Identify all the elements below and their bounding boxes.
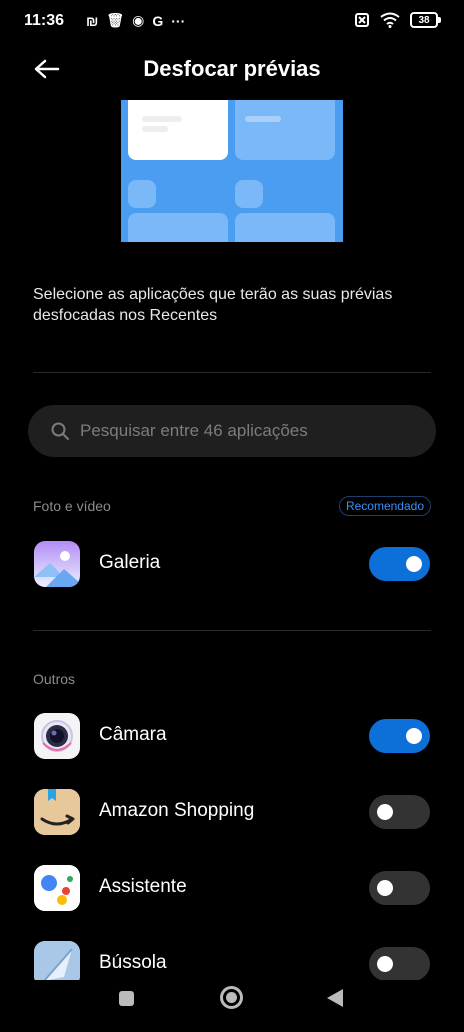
toggle-galeria[interactable]	[369, 547, 430, 581]
battery-level: 38	[418, 14, 430, 26]
preview-card	[235, 213, 335, 242]
app-name-galeria: Galeria	[99, 552, 161, 573]
notification-icons: ₪ 🗑 ◉ G ···	[86, 12, 185, 29]
app-row-assistente[interactable]: Assistente	[0, 858, 464, 918]
divider	[33, 630, 431, 631]
google-icon: G	[152, 12, 164, 29]
section-label-others: Outros	[33, 671, 76, 687]
preview-card-blurred	[128, 100, 228, 160]
toggle-camara[interactable]	[369, 719, 430, 753]
preview-card	[128, 213, 228, 242]
home-icon[interactable]	[220, 986, 243, 1009]
chrome-icon: ◉	[132, 12, 145, 28]
app-row-galeria[interactable]: Galeria	[0, 534, 464, 594]
app-name-bussola: Bússola	[99, 952, 167, 973]
blur-preview-illustration	[121, 100, 343, 242]
toggle-amazon[interactable]	[369, 795, 430, 829]
status-bar: 11:36 ₪ 🗑 ◉ G ··· 38	[0, 0, 464, 44]
assistant-app-icon	[34, 865, 80, 911]
battery-icon: 38	[410, 12, 441, 28]
toggle-bussola[interactable]	[369, 947, 430, 981]
recommended-badge: Recomendado	[338, 496, 431, 516]
more-notifications-icon: ···	[171, 12, 186, 29]
toggle-assistente[interactable]	[369, 871, 430, 905]
trash-icon: 🗑	[106, 12, 125, 28]
preview-tile	[235, 180, 263, 208]
no-sim-icon	[355, 13, 369, 27]
preview-tile	[128, 180, 156, 208]
status-time: 11:36	[24, 12, 65, 29]
description-text: Selecione as aplicações que terão as sua…	[33, 286, 393, 324]
back-triangle-icon[interactable]	[327, 989, 343, 1007]
sim-icon: ₪	[86, 12, 99, 29]
preview-card	[235, 100, 335, 160]
divider	[33, 372, 431, 373]
wifi-icon	[380, 12, 400, 28]
app-row-camara[interactable]: Câmara	[0, 706, 464, 766]
gallery-app-icon	[34, 541, 80, 587]
app-name-camara: Câmara	[99, 724, 167, 745]
camera-app-icon	[34, 713, 80, 759]
app-name-amazon: Amazon Shopping	[99, 800, 255, 821]
system-icons: 38	[354, 12, 441, 28]
app-name-assistente: Assistente	[99, 876, 187, 897]
recents-icon[interactable]	[119, 991, 134, 1006]
navigation-bar	[0, 980, 464, 1032]
search-icon	[51, 422, 69, 440]
page-title: Desfocar prévias	[143, 56, 321, 81]
search-input[interactable]	[80, 421, 410, 441]
search-bar[interactable]	[28, 405, 436, 457]
amazon-shopping-app-icon	[34, 789, 80, 835]
section-label-photo-video: Foto e vídeo	[33, 498, 111, 514]
app-row-amazon[interactable]: Amazon Shopping	[0, 782, 464, 842]
